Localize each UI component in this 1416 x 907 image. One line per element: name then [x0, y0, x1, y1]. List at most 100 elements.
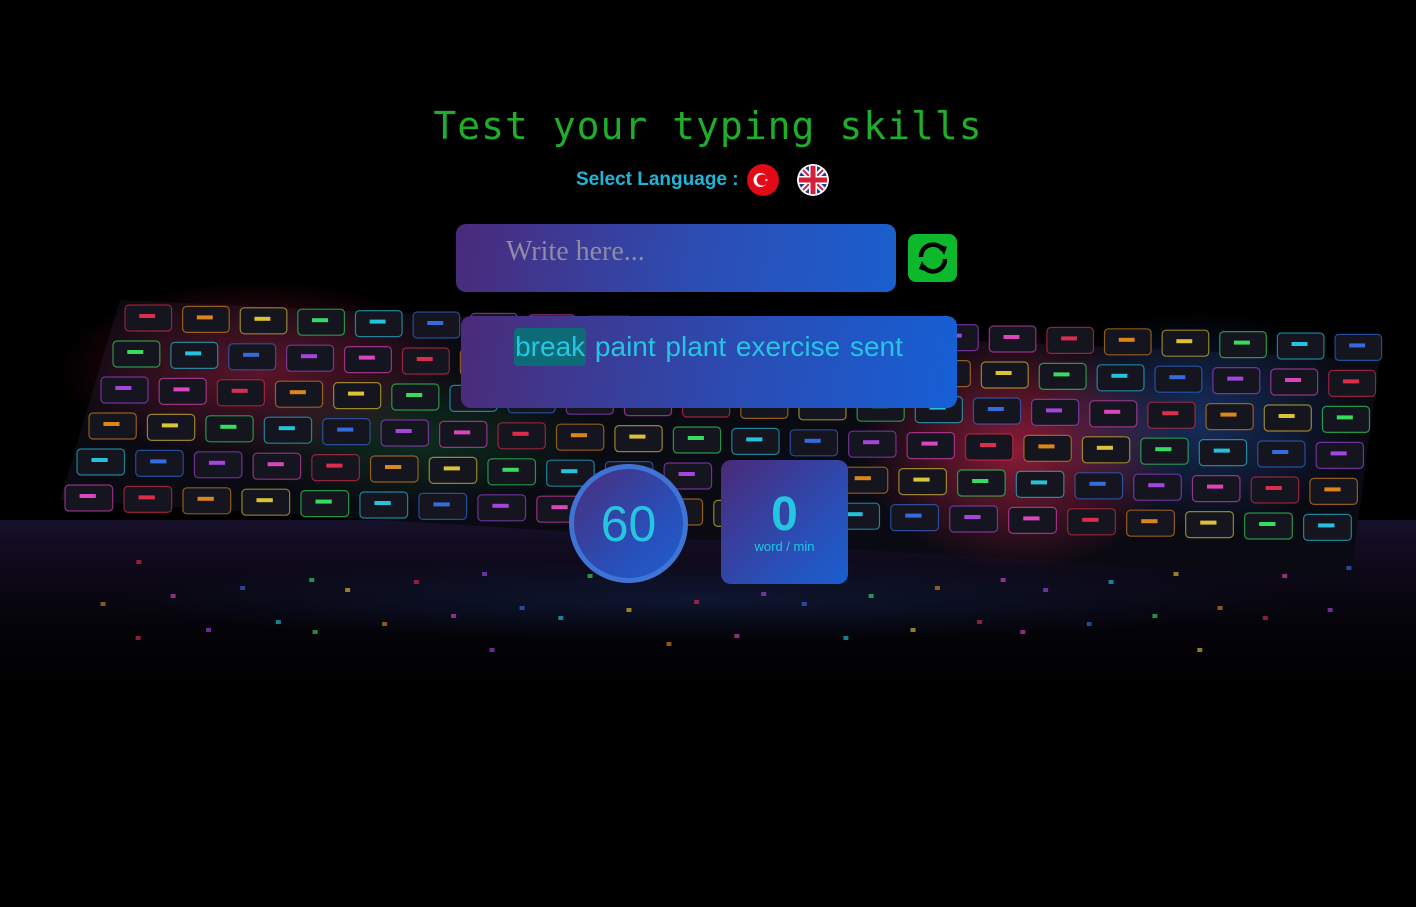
- language-selector: Select Language :: [576, 162, 847, 198]
- key-legend-glow: [374, 501, 391, 505]
- key-legend-glow: [905, 513, 922, 518]
- key-legend-glow: [127, 350, 144, 354]
- key-legend-glow: [185, 351, 202, 356]
- key-legend-glow: [91, 458, 108, 462]
- wpm-unit-label: word / min: [754, 539, 815, 554]
- light-reflection: [170, 594, 176, 598]
- key-legend-glow: [1148, 483, 1165, 488]
- light-reflection: [1108, 580, 1114, 584]
- key-legend-glow: [1053, 372, 1070, 377]
- key-legend-glow: [1118, 337, 1135, 342]
- key-legend-glow: [220, 424, 237, 429]
- light-reflection: [558, 616, 564, 620]
- key-legend-glow: [979, 443, 997, 447]
- key-legend-glow: [326, 463, 343, 468]
- keyboard-key: [123, 485, 173, 513]
- key-legend-glow: [358, 355, 375, 360]
- light-reflection: [100, 602, 106, 606]
- light-reflection: [1327, 608, 1333, 612]
- key-legend-glow: [995, 371, 1012, 375]
- light-reflection: [1020, 630, 1026, 634]
- key-legend-glow: [173, 387, 190, 392]
- key-legend-glow: [1162, 411, 1179, 416]
- page-title: Test your typing skills: [433, 104, 983, 148]
- key-legend-glow: [337, 427, 354, 432]
- key-legend-glow: [1038, 444, 1055, 449]
- key-legend-glow: [300, 354, 317, 359]
- light-reflection: [275, 620, 281, 624]
- key-legend-glow: [1045, 408, 1063, 413]
- key-legend-glow: [1096, 445, 1113, 450]
- key-legend-glow: [854, 476, 871, 481]
- key-legend-glow: [267, 462, 284, 467]
- light-reflection: [1173, 572, 1179, 576]
- light-reflection: [761, 592, 767, 596]
- word: paint: [594, 331, 656, 362]
- light-reflection: [734, 634, 740, 638]
- light-reflection: [868, 594, 874, 598]
- key-legend-glow: [196, 315, 213, 320]
- key-legend-glow: [1220, 412, 1237, 417]
- light-reflection: [206, 628, 211, 632]
- light-reflection: [1217, 606, 1223, 610]
- light-reflection: [626, 608, 632, 612]
- key-legend-glow: [406, 393, 423, 397]
- key-legend-glow: [454, 430, 471, 435]
- key-legend-glow: [1206, 484, 1224, 489]
- light-reflection: [910, 628, 916, 632]
- light-reflection: [934, 586, 940, 590]
- key-legend-glow: [139, 314, 156, 318]
- key-legend-glow: [208, 460, 226, 465]
- key-legend-glow: [312, 318, 328, 323]
- light-reflection: [136, 560, 142, 564]
- key-legend-glow: [1291, 342, 1308, 346]
- key-legend-glow: [1089, 481, 1106, 486]
- countdown-timer: 60: [569, 464, 688, 583]
- key-legend-glow: [1003, 335, 1020, 339]
- light-reflection: [312, 630, 318, 634]
- key-legend-glow: [570, 433, 588, 438]
- key-legend-glow: [1285, 378, 1302, 382]
- light-reflection: [1197, 648, 1203, 652]
- key-legend-glow: [433, 502, 450, 507]
- uk-flag-icon[interactable]: [796, 164, 829, 196]
- light-reflection: [1262, 616, 1268, 620]
- key-legend-glow: [551, 505, 568, 510]
- light-reflection: [801, 602, 807, 606]
- light-reflection: [843, 636, 849, 640]
- key-legend-glow: [1176, 339, 1193, 344]
- key-legend-glow: [1213, 448, 1230, 453]
- key-legend-glow: [687, 436, 704, 440]
- key-legend-glow: [921, 441, 938, 446]
- turkey-flag-icon[interactable]: [746, 164, 779, 196]
- key-legend-glow: [385, 465, 402, 469]
- typing-input[interactable]: [456, 224, 896, 292]
- refresh-button[interactable]: [908, 234, 957, 282]
- light-reflection: [666, 642, 672, 646]
- light-reflection: [135, 636, 141, 640]
- key-legend-glow: [427, 321, 444, 325]
- key-legend-glow: [138, 495, 155, 500]
- key-legend-glow: [289, 390, 306, 395]
- key-legend-glow: [243, 352, 260, 357]
- key-legend-glow: [561, 469, 578, 474]
- key-legend-glow: [964, 515, 981, 519]
- light-reflection: [482, 572, 488, 576]
- key-legend-glow: [103, 422, 120, 426]
- key-legend-glow: [115, 386, 132, 390]
- key-legend-glow: [443, 466, 460, 471]
- key-legend-glow: [1336, 415, 1353, 420]
- key-legend-glow: [913, 477, 930, 482]
- key-legend-glow: [1259, 522, 1276, 526]
- light-reflection: [451, 614, 457, 618]
- light-reflection: [1086, 622, 1092, 626]
- key-legend-glow: [416, 357, 433, 361]
- key-legend-glow: [347, 391, 365, 396]
- key-legend-glow: [629, 434, 646, 439]
- word: exercise: [735, 331, 841, 362]
- key-legend-glow: [1061, 336, 1078, 341]
- key-legend-glow: [1278, 414, 1295, 418]
- wpm-display: 0 word / min: [721, 460, 848, 584]
- key-legend-glow: [1330, 451, 1347, 456]
- words-panel: break paint plant exercise sent: [461, 316, 957, 408]
